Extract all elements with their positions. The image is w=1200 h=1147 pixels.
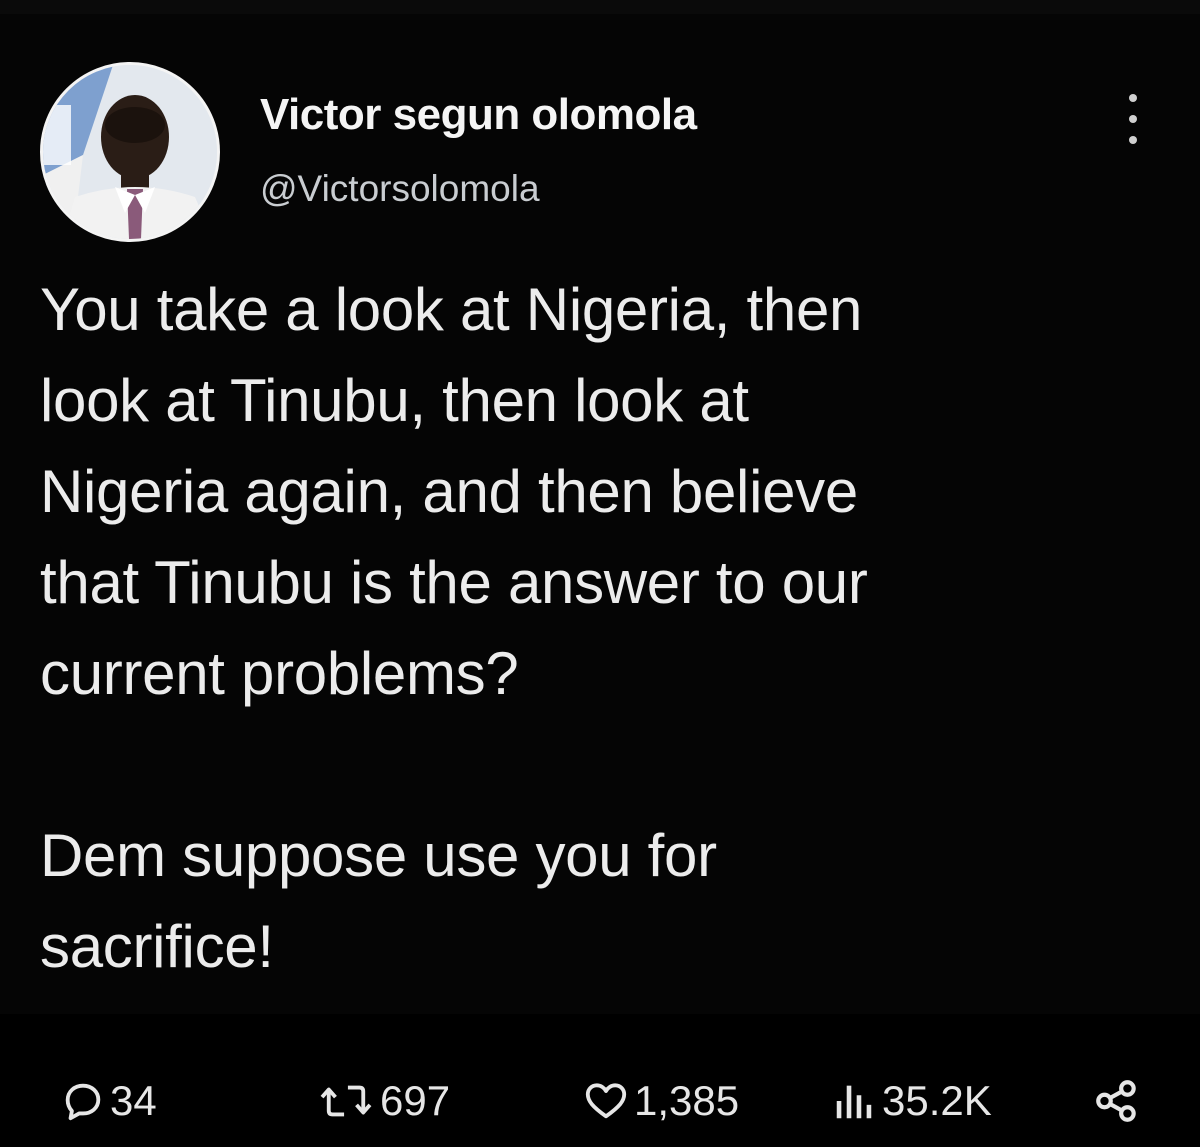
retweet-button[interactable]: 697 [316,1076,450,1126]
author-handle[interactable]: @Victorsolomola [260,168,540,210]
tweet-card: Victor segun olomola @Victorsolomola You… [0,14,1200,1014]
tweet-paragraph: You take a look at Nigeria, then look at… [40,276,868,707]
reply-button[interactable]: 34 [60,1076,157,1126]
top-strip [0,0,1200,14]
tweet-text: You take a look at Nigeria, then look at… [40,264,1160,992]
tweet-paragraph: Dem suppose use you for sacrifice! [40,822,717,980]
views-icon [836,1085,872,1119]
more-options-icon[interactable] [1118,94,1148,144]
views-count: 35.2K [882,1077,992,1124]
author-display-name[interactable]: Victor segun olomola [260,90,697,140]
avatar-photo [43,65,217,239]
heart-icon [585,1083,627,1119]
retweet-count: 697 [380,1077,451,1124]
reply-icon [65,1083,101,1121]
share-button[interactable] [1092,1076,1146,1126]
share-icon [1096,1080,1136,1122]
avatar[interactable] [40,62,220,242]
views-button[interactable]: 35.2K [830,1076,992,1126]
retweet-icon [320,1085,372,1117]
like-count: 1,385 [634,1077,740,1124]
like-button[interactable]: 1,385 [582,1076,739,1126]
action-bar: 34 697 1,385 35.2K [0,1014,1200,1147]
reply-count: 34 [110,1077,157,1124]
